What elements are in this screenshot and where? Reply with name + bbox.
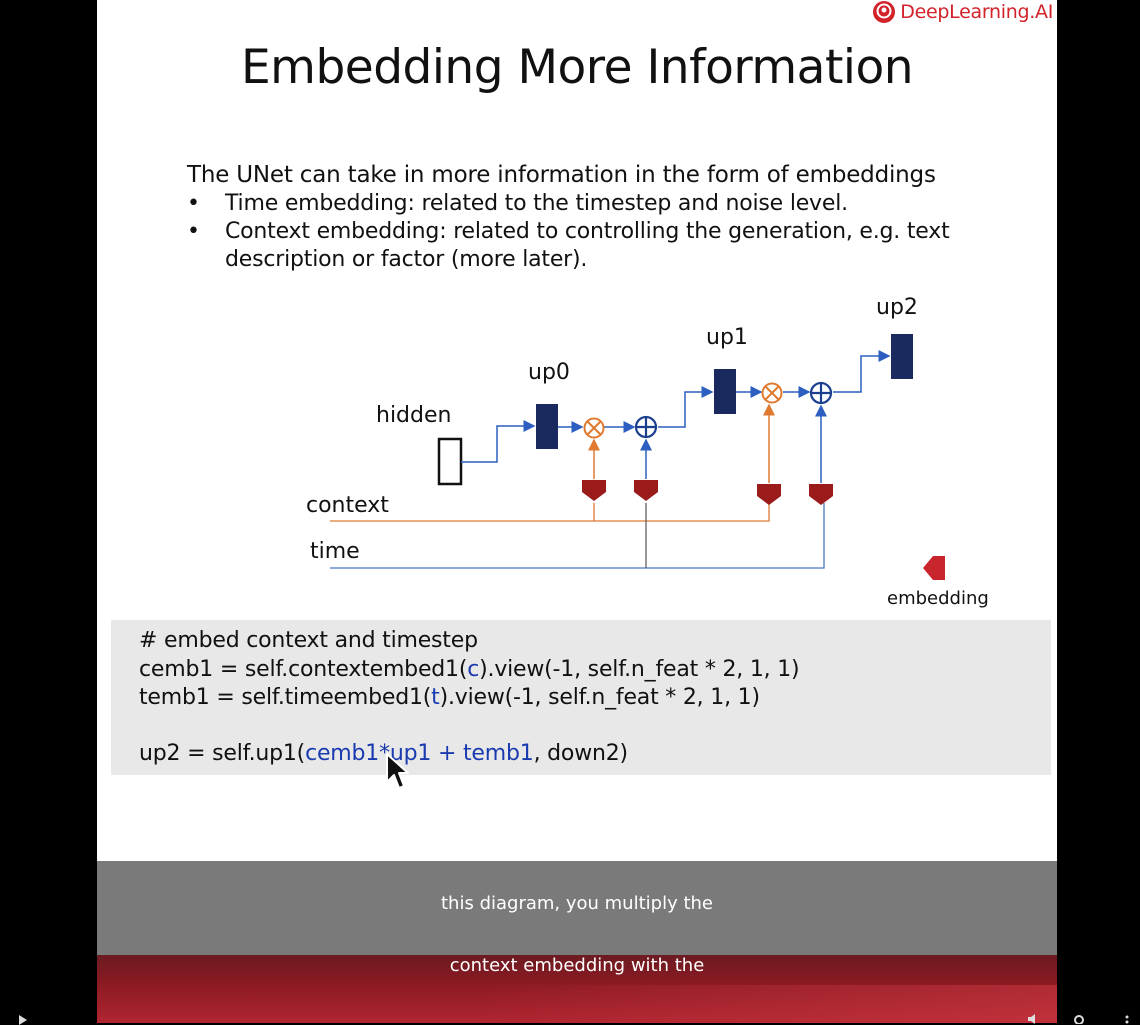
code-cemb-arg: c [467, 657, 480, 682]
code-comment-text: # embed context and timestep [139, 628, 478, 653]
up1-block [714, 369, 736, 414]
label-context: context [306, 493, 389, 518]
caption-line-2: context embedding with the [449, 955, 705, 976]
embedding-time-1 [634, 480, 658, 501]
code-up2-c: , down2) [533, 741, 629, 766]
hidden-block [437, 437, 463, 486]
up0-block [536, 404, 558, 449]
code-up2-expr: cemb1*up1 + temb1 [305, 741, 534, 766]
slide-title: Embedding More Information [240, 40, 914, 95]
embedding-context-1 [582, 480, 606, 501]
slide-intro: The UNet can take in more information in… [187, 162, 936, 188]
bullet-context-embedding: Context embedding: related to controllin… [187, 218, 985, 274]
code-line-temb: temb1 = self.timeembed1(t).view(-1, self… [139, 685, 760, 710]
label-time: time [310, 539, 360, 564]
up2-block [891, 334, 913, 379]
add-op-2 [809, 381, 833, 405]
label-embedding-legend: embedding [887, 588, 989, 609]
label-up1: up1 [706, 325, 748, 350]
brand-logo: DeepLearning.AI [872, 0, 1053, 24]
multiply-op-2 [761, 382, 783, 404]
code-cemb-c: ).view(-1, self.n_feat * 2, 1, 1) [479, 657, 800, 682]
embedding-legend-icon [923, 556, 945, 580]
brand-name: DeepLearning.AI [900, 1, 1053, 23]
video-controls[interactable] [0, 1012, 1140, 1025]
caption-line-1: this diagram, you multiply the [441, 893, 713, 914]
code-line-up2: up2 = self.up1(cemb1*up1 + temb1, down2) [139, 741, 628, 766]
deeplearning-logo-icon [873, 1, 896, 23]
label-hidden: hidden [376, 403, 451, 428]
code-temb-c: ).view(-1, self.n_feat * 2, 1, 1) [439, 685, 760, 710]
add-op-1 [634, 415, 658, 439]
play-icon[interactable] [18, 1015, 28, 1025]
code-up2-a: up2 = self.up1( [139, 741, 306, 766]
embedding-time-2 [809, 484, 833, 505]
code-cemb-a: cemb1 = self.contextembed1( [139, 657, 468, 682]
code-line-comment: # embed context and timestep [139, 628, 478, 653]
multiply-op-1 [583, 417, 605, 439]
mouse-pointer-icon [386, 753, 409, 789]
label-up0: up0 [528, 360, 570, 385]
label-up2: up2 [876, 295, 918, 320]
code-temb-arg: t [431, 685, 440, 710]
code-line-cemb: cemb1 = self.contextembed1(c).view(-1, s… [139, 657, 800, 682]
code-temb-a: temb1 = self.timeembed1( [139, 685, 432, 710]
unet-embedding-diagram: hidden up0 up1 up2 context time embeddin… [306, 295, 989, 609]
embedding-context-2 [757, 484, 781, 505]
bullet-list: Time embedding: related to the timestep … [187, 190, 985, 274]
bullet-time-embedding: Time embedding: related to the timestep … [187, 190, 985, 218]
code-block: # embed context and timestep cemb1 = sel… [111, 620, 1051, 775]
slide: DeepLearning.AI Embedding More Informati… [97, 0, 1057, 1023]
